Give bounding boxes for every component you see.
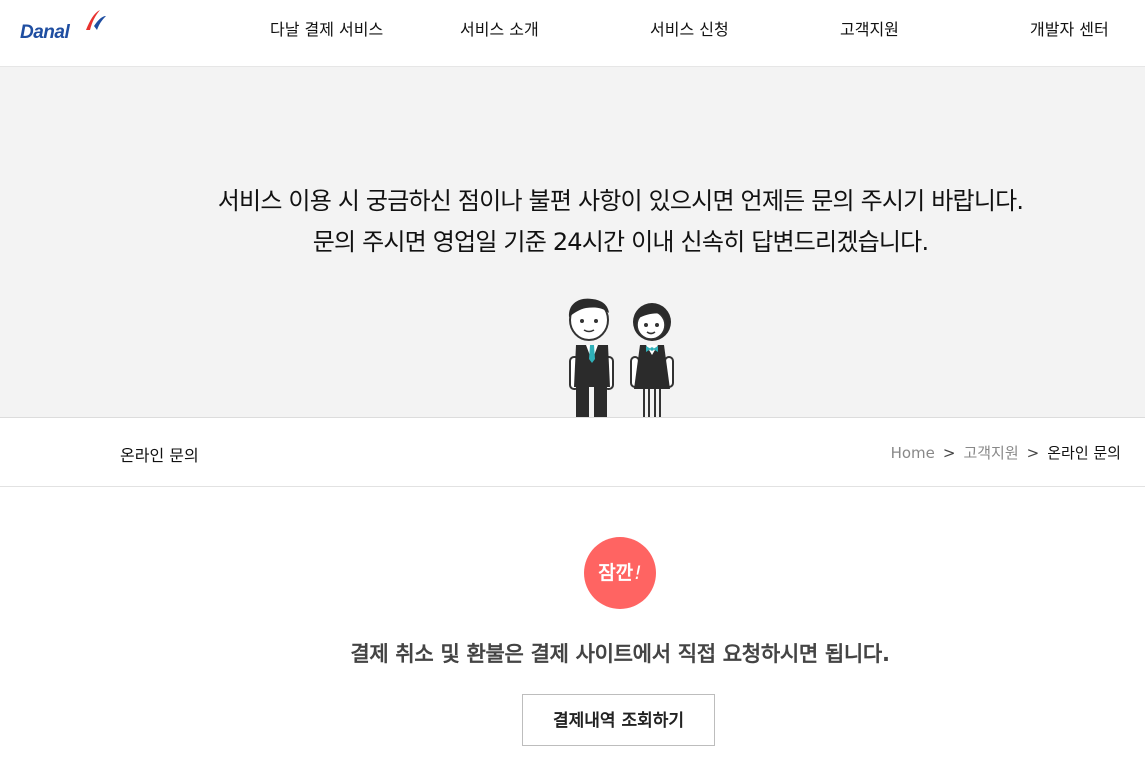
badge-text: 잠깐 xyxy=(598,562,634,584)
breadcrumb-separator-icon: > xyxy=(942,444,956,462)
page-title-bar: 온라인 문의 Home > 고객지원 > 온라인 문의 xyxy=(0,417,1145,487)
breadcrumb-customer-support[interactable]: 고객지원 xyxy=(963,444,1018,462)
hero-text-line1: 서비스 이용 시 궁금하신 점이나 불편 사항이 있으시면 언제든 문의 주시기… xyxy=(217,187,1024,215)
logo-text: Danal xyxy=(20,22,70,43)
logo-swoosh-icon xyxy=(86,10,106,30)
breadcrumb: Home > 고객지원 > 온라인 문의 xyxy=(891,442,1121,463)
refund-notice-message: 결제 취소 및 환불은 결제 사이트에서 직접 요청하시면 됩니다. xyxy=(350,642,890,666)
wait-badge: 잠깐! xyxy=(584,537,656,609)
nav-danal-payment[interactable]: 다날 결제 서비스 xyxy=(270,16,383,40)
breadcrumb-home[interactable]: Home xyxy=(891,444,935,462)
nav-service-apply[interactable]: 서비스 신청 xyxy=(650,16,729,40)
page-title: 온라인 문의 xyxy=(120,446,199,465)
support-staff-illustration xyxy=(568,298,674,417)
breadcrumb-separator-icon: > xyxy=(1026,444,1040,462)
hero-banner: 서비스 이용 시 궁금하신 점이나 불편 사항이 있으시면 언제든 문의 주시기… xyxy=(0,67,1145,417)
payment-history-button[interactable]: 결제내역 조회하기 xyxy=(522,694,715,746)
exclamation-icon: ! xyxy=(634,562,642,584)
breadcrumb-current: 온라인 문의 xyxy=(1047,444,1121,462)
site-header: Danal 다날 결제 서비스 서비스 소개 서비스 신청 고객지원 개발자 센… xyxy=(0,0,1145,67)
danal-logo[interactable]: Danal xyxy=(18,8,110,44)
nav-customer-support[interactable]: 고객지원 xyxy=(840,16,899,40)
nav-developer-center[interactable]: 개발자 센터 xyxy=(1030,16,1109,40)
hero-text-line2: 문의 주시면 영업일 기준 24시간 이내 신속히 답변드리겠습니다. xyxy=(312,228,929,256)
nav-service-intro[interactable]: 서비스 소개 xyxy=(460,16,539,40)
